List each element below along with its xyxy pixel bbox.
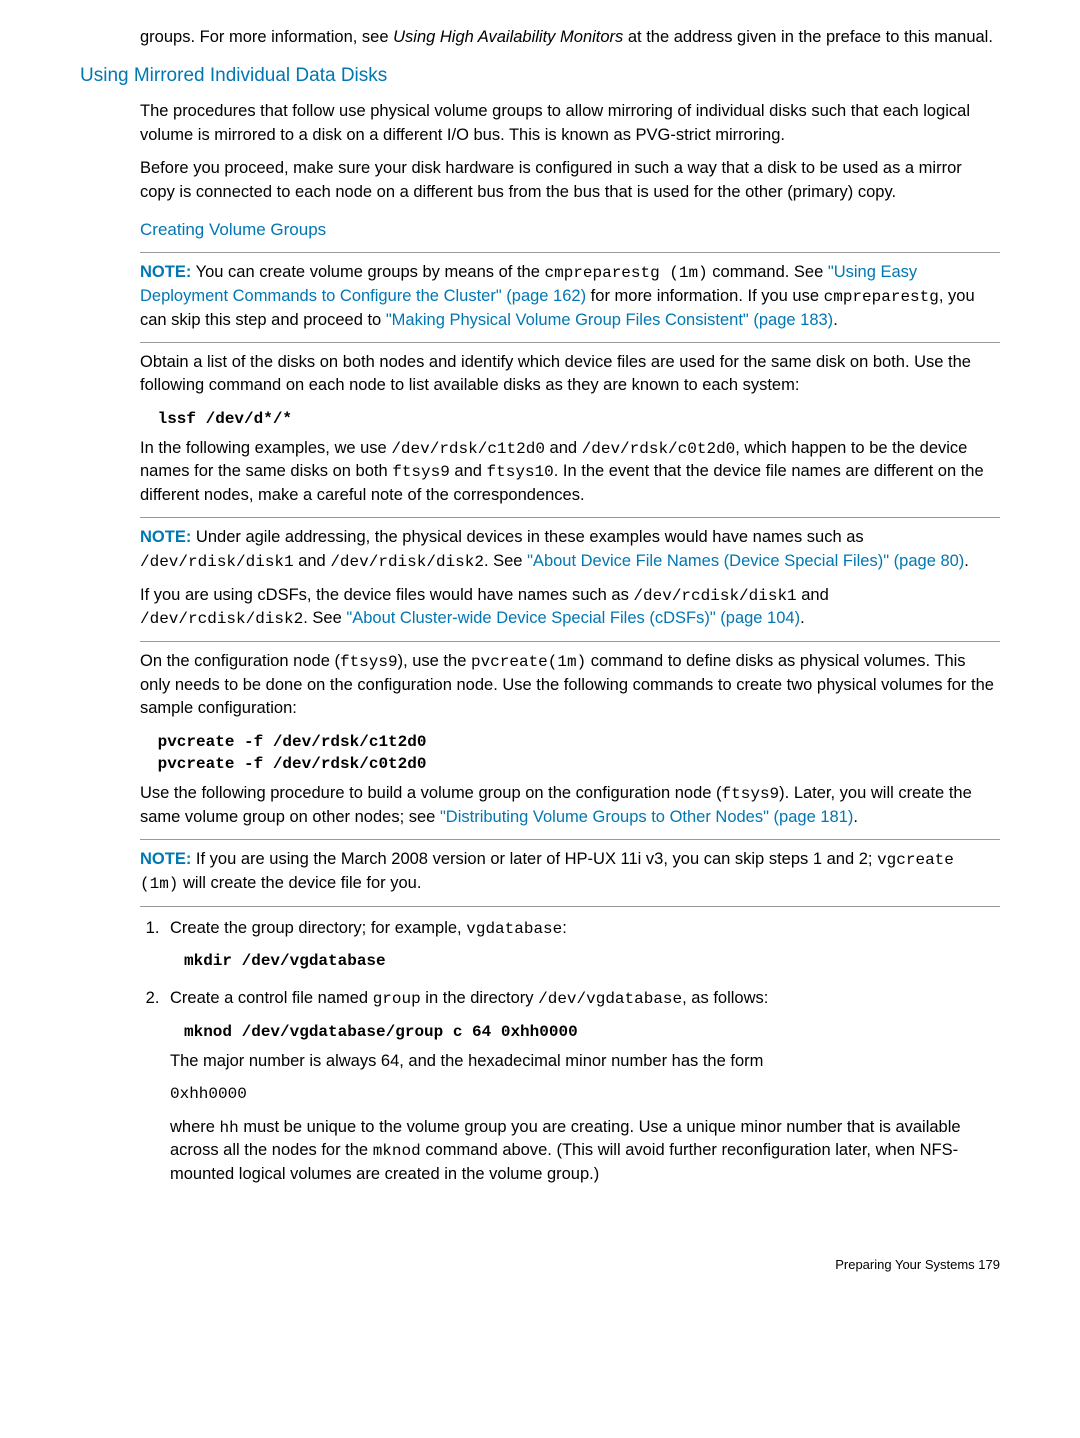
inline-code: /dev/vgdatabase bbox=[538, 990, 682, 1008]
numbered-list: Create the group directory; for example,… bbox=[140, 917, 1000, 1187]
text: . See bbox=[484, 552, 527, 570]
paragraph: The major number is always 64, and the h… bbox=[170, 1050, 1000, 1073]
note-label: NOTE: bbox=[140, 850, 191, 868]
paragraph: The procedures that follow use physical … bbox=[140, 100, 1000, 147]
intro-paragraph: groups. For more information, see Using … bbox=[140, 26, 1000, 49]
text: Use the following procedure to build a v… bbox=[140, 784, 722, 802]
text: and bbox=[294, 552, 331, 570]
paragraph: Create a control file named group in the… bbox=[170, 987, 1000, 1011]
inline-code: ftsys9 bbox=[392, 463, 450, 481]
divider bbox=[140, 252, 1000, 253]
paragraph: Create the group directory; for example,… bbox=[170, 917, 1000, 941]
text: and bbox=[545, 439, 582, 457]
link-distributing-volume-groups[interactable]: "Distributing Volume Groups to Other Nod… bbox=[440, 808, 853, 826]
list-item: Create the group directory; for example,… bbox=[164, 917, 1000, 973]
inline-code: hh bbox=[220, 1119, 239, 1137]
inline-code: group bbox=[373, 990, 421, 1008]
text: ), use the bbox=[398, 652, 471, 670]
text: You can create volume groups by means of… bbox=[191, 263, 544, 281]
divider bbox=[140, 641, 1000, 642]
text: groups. For more information, see bbox=[140, 28, 393, 46]
inline-code: /dev/rdisk/disk2 bbox=[330, 553, 484, 571]
inline-code: cmpreparestg bbox=[824, 288, 939, 306]
code-block-mknod: mknod /dev/vgdatabase/group c 64 0xhh000… bbox=[184, 1021, 1000, 1044]
code-block-lssf: lssf /dev/d*/* bbox=[148, 408, 1000, 431]
text: . bbox=[964, 552, 969, 570]
text: . bbox=[853, 808, 858, 826]
paragraph: Obtain a list of the disks on both nodes… bbox=[140, 351, 1000, 398]
text: In the following examples, we use bbox=[140, 439, 391, 457]
paragraph: Before you proceed, make sure your disk … bbox=[140, 157, 1000, 204]
page-footer: Preparing Your Systems 179 bbox=[0, 1257, 1000, 1272]
inline-code: 0xhh0000 bbox=[170, 1083, 1000, 1106]
list-item: Create a control file named group in the… bbox=[164, 987, 1000, 1186]
inline-code: /dev/rcdisk/disk1 bbox=[633, 587, 796, 605]
text: for more information. If you use bbox=[586, 287, 824, 305]
inline-code: /dev/rdisk/disk1 bbox=[140, 553, 294, 571]
text: and bbox=[450, 462, 487, 480]
subsection-heading-creating-volume-groups: Creating Volume Groups bbox=[140, 218, 1000, 242]
inline-code: /dev/rdsk/c0t2d0 bbox=[582, 440, 736, 458]
text: Under agile addressing, the physical dev… bbox=[191, 528, 863, 546]
text: On the configuration node ( bbox=[140, 652, 340, 670]
code-block-mkdir: mkdir /dev/vgdatabase bbox=[184, 950, 1000, 973]
link-making-physical-volume[interactable]: "Making Physical Volume Group Files Cons… bbox=[386, 311, 833, 329]
citation-title: Using High Availability Monitors bbox=[393, 28, 623, 46]
note-block: NOTE: If you are using the March 2008 ve… bbox=[140, 848, 1000, 895]
text: If you are using the March 2008 version … bbox=[191, 850, 877, 868]
text: Create the group directory; for example, bbox=[170, 919, 466, 937]
text: in the directory bbox=[421, 989, 538, 1007]
note-block: NOTE: Under agile addressing, the physic… bbox=[140, 526, 1000, 573]
link-cluster-wide-dsf[interactable]: "About Cluster-wide Device Special Files… bbox=[346, 609, 800, 627]
text: , as follows: bbox=[682, 989, 768, 1007]
text: : bbox=[562, 919, 567, 937]
link-device-file-names[interactable]: "About Device File Names (Device Special… bbox=[527, 552, 964, 570]
text: command. See bbox=[708, 263, 828, 281]
divider bbox=[140, 839, 1000, 840]
paragraph: Use the following procedure to build a v… bbox=[140, 782, 1000, 829]
text: If you are using cDSFs, the device files… bbox=[140, 586, 633, 604]
text: at the address given in the preface to t… bbox=[623, 28, 993, 46]
paragraph: where hh must be unique to the volume gr… bbox=[170, 1116, 1000, 1187]
text: . bbox=[800, 609, 805, 627]
text: . bbox=[833, 311, 838, 329]
divider bbox=[140, 342, 1000, 343]
inline-code: ftsys9 bbox=[722, 785, 780, 803]
text: where bbox=[170, 1118, 220, 1136]
note-block: NOTE: You can create volume groups by me… bbox=[140, 261, 1000, 332]
section-heading-mirrored-disks: Using Mirrored Individual Data Disks bbox=[80, 63, 1000, 90]
inline-code: /dev/rcdisk/disk2 bbox=[140, 610, 303, 628]
inline-code: cmpreparestg (1m) bbox=[544, 264, 707, 282]
divider bbox=[140, 517, 1000, 518]
inline-code: ftsys10 bbox=[487, 463, 554, 481]
inline-code: /dev/rdsk/c1t2d0 bbox=[391, 440, 545, 458]
note-label: NOTE: bbox=[140, 528, 191, 546]
paragraph: On the configuration node (ftsys9), use … bbox=[140, 650, 1000, 721]
text: and bbox=[797, 586, 829, 604]
text: Create a control file named bbox=[170, 989, 373, 1007]
inline-code: vgdatabase bbox=[466, 920, 562, 938]
code-block-pvcreate: pvcreate -f /dev/rdsk/c1t2d0 pvcreate -f… bbox=[148, 731, 1000, 776]
inline-code: pvcreate(1m) bbox=[471, 653, 586, 671]
inline-code: mknod bbox=[373, 1142, 421, 1160]
divider bbox=[140, 906, 1000, 907]
paragraph: If you are using cDSFs, the device files… bbox=[140, 584, 1000, 631]
inline-code: ftsys9 bbox=[340, 653, 398, 671]
paragraph: In the following examples, we use /dev/r… bbox=[140, 437, 1000, 508]
text: will create the device file for you. bbox=[178, 874, 421, 892]
note-label: NOTE: bbox=[140, 263, 191, 281]
text: . See bbox=[303, 609, 346, 627]
